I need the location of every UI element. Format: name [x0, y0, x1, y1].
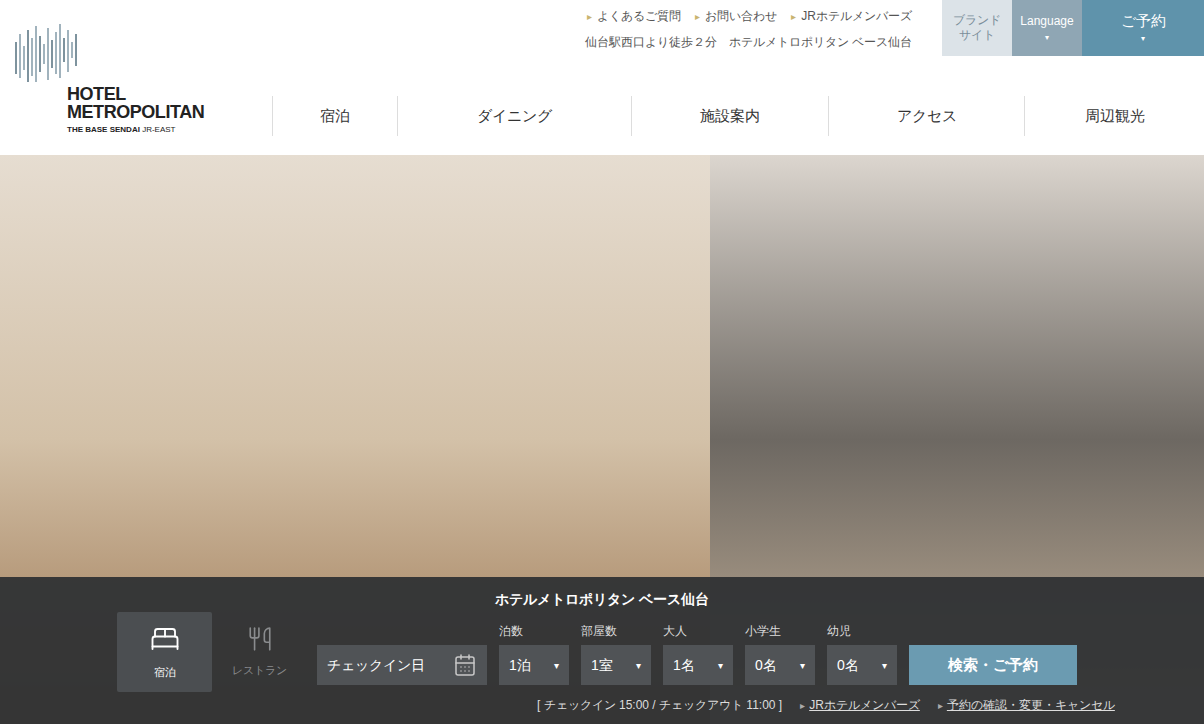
utility-link[interactable]: ▸よくあるご質問 [587, 7, 681, 25]
utility-link[interactable]: ▸お問い合わせ [695, 7, 777, 25]
cutlery-icon [247, 626, 273, 652]
bed-icon [150, 624, 180, 654]
select-label: 小学生 [745, 624, 815, 645]
booking-title: ホテルメトロポリタン ベース仙台 [0, 577, 1204, 612]
mode-tab[interactable]: 宿泊 [117, 612, 212, 692]
checkin-field[interactable]: チェックイン日 [317, 645, 487, 685]
hero: ホテルメトロポリタン ベース仙台宿泊レストランチェックイン日泊数1泊▾ 部屋数1室… [0, 155, 1204, 724]
select[interactable]: 0名▾ [745, 645, 815, 685]
header-button[interactable]: ブランドサイト [942, 0, 1012, 56]
page: HOTELMETROPOLITAN THE BASE SENDAI JR-EAST… [0, 0, 1204, 724]
hours-note: [ チェックイン 15:00 / チェックアウト 11:00 ] [537, 696, 782, 714]
select[interactable]: 0名▾ [827, 645, 897, 685]
booking-bar: ホテルメトロポリタン ベース仙台宿泊レストランチェックイン日泊数1泊▾ 部屋数1室… [0, 577, 1204, 724]
header-button[interactable]: ご予約▾ [1082, 0, 1204, 56]
utility-link[interactable]: ▸JRホテルメンバーズ [791, 7, 912, 25]
main-nav: 宿泊ダイニング施設案内アクセス周辺観光 [272, 96, 1204, 136]
booking-link[interactable]: ▸JRホテルメンバーズ [800, 696, 920, 714]
nav-item[interactable]: 施設案内 [631, 96, 828, 136]
nav-item[interactable]: アクセス [828, 96, 1024, 136]
booking-link[interactable]: ▸予約の確認・変更・キャンセル [938, 696, 1115, 714]
calendar-icon [453, 653, 477, 677]
select[interactable]: 1名▾ [663, 645, 733, 685]
nav-item[interactable]: 周辺観光 [1024, 96, 1204, 136]
nav-item[interactable]: 宿泊 [272, 96, 397, 136]
header-button[interactable]: Language▾ [1012, 0, 1082, 56]
select-label: 部屋数 [581, 624, 651, 645]
select-label: 大人 [663, 624, 733, 645]
mode-tab[interactable]: レストラン [212, 612, 307, 692]
tagline: 仙台駅西口より徒歩２分 ホテルメトロポリタン ベース仙台 [585, 33, 912, 51]
logo[interactable]: HOTELMETROPOLITAN THE BASE SENDAI JR-EAST [0, 0, 272, 155]
search-button[interactable]: 検索・ご予約 [909, 645, 1077, 685]
select-label: 幼児 [827, 624, 897, 645]
select[interactable]: 1泊▾ [499, 645, 569, 685]
logo-bars-icon [12, 24, 80, 86]
logo-line: HOTEL [67, 86, 272, 103]
select[interactable]: 1室▾ [581, 645, 651, 685]
header: HOTELMETROPOLITAN THE BASE SENDAI JR-EAST… [0, 0, 1204, 155]
nav-item[interactable]: ダイニング [397, 96, 631, 136]
logo-line: METROPOLITAN [67, 103, 272, 121]
logo-subline: THE BASE SENDAI JR-EAST [67, 125, 272, 135]
select-label: 泊数 [499, 624, 569, 645]
